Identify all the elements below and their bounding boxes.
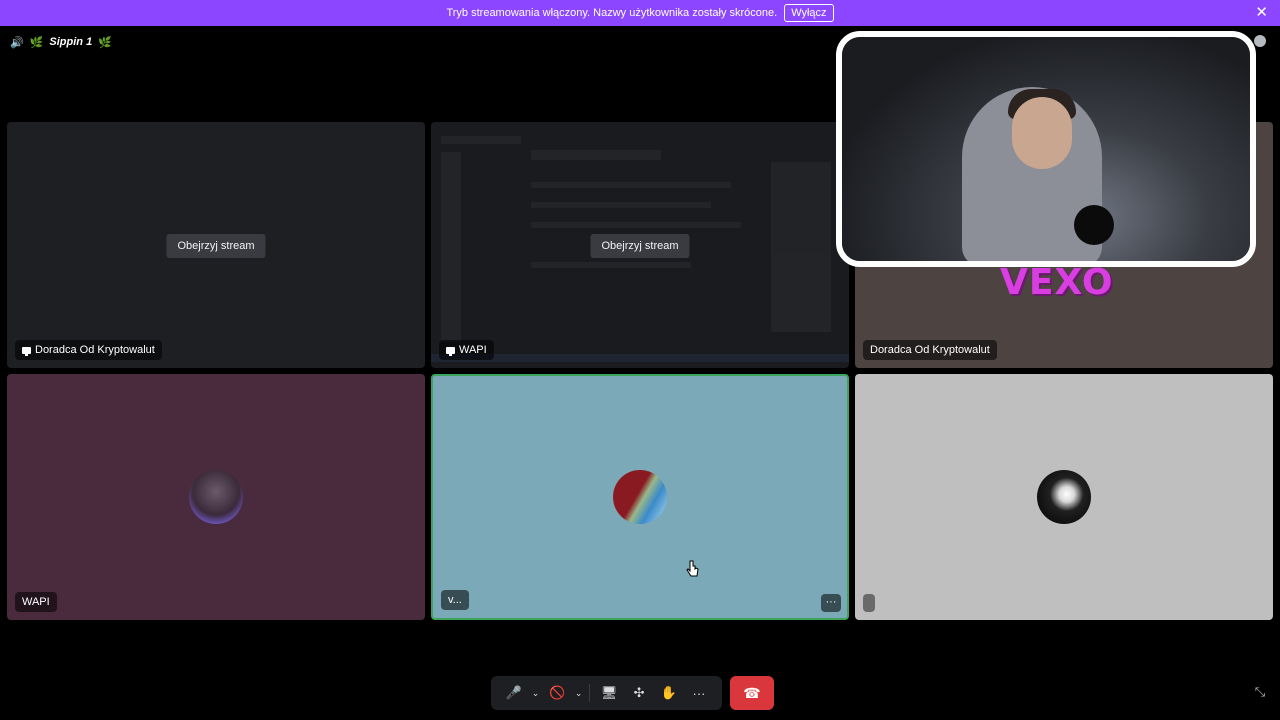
screen-share-icon: [446, 346, 455, 356]
hang-up-icon: ☎: [743, 684, 761, 701]
participant-name: WAPI: [459, 344, 487, 356]
leaf-icon: 🌿: [98, 36, 112, 49]
banner-text: Tryb streamowania włączony. Nazwy użytko…: [446, 7, 778, 19]
participant-label: WAPI: [439, 340, 494, 360]
more-icon[interactable]: ···: [684, 678, 714, 708]
participant-name: Doradca Od Kryptowalut: [35, 344, 155, 356]
leaf-icon: 🌿: [29, 36, 44, 49]
webcam-overlay: [836, 31, 1256, 267]
participant-tile[interactable]: WAPI: [7, 374, 425, 620]
participant-tile[interactable]: Obejrzyj stream Doradca Od Kryptowalut: [7, 122, 425, 368]
participant-tile-speaking[interactable]: v... ···: [431, 374, 849, 620]
disconnect-button[interactable]: ☎: [730, 676, 774, 710]
avatar: [1037, 470, 1091, 524]
avatar: [613, 470, 667, 524]
voice-channel-header: 🔊 🌿 Sippin 1 🌿: [10, 34, 112, 50]
watch-stream-button[interactable]: Obejrzyj stream: [166, 234, 266, 258]
participant-label: WAPI: [15, 592, 57, 612]
exit-fullscreen-icon[interactable]: ⤡: [1252, 684, 1268, 700]
participant-label: Doradca Od Kryptowalut: [863, 340, 997, 360]
speaker-icon[interactable]: 🔊: [10, 36, 24, 49]
call-controls: 🎤 ⌄ 🚫 ⌄ 🖥 ✣ ✋ ···: [491, 676, 722, 710]
avatar: [189, 470, 243, 524]
participant-label: Doradca Od Kryptowalut: [15, 340, 162, 360]
activities-icon[interactable]: ✣: [624, 678, 654, 708]
participant-tile[interactable]: Obejrzyj stream WAPI: [431, 122, 849, 368]
channel-name: Sippin 1: [49, 36, 93, 48]
microphone-icon[interactable]: 🎤: [499, 678, 529, 708]
close-icon[interactable]: ✕: [1255, 4, 1268, 22]
streamer-mode-banner: Tryb streamowania włączony. Nazwy użytko…: [0, 0, 1280, 26]
more-options-button[interactable]: ···: [821, 594, 841, 612]
participant-name: WAPI: [22, 596, 50, 608]
chat-icon[interactable]: [1254, 35, 1266, 47]
divider: [589, 684, 591, 702]
participant-label: v...: [441, 590, 469, 610]
mouse-cursor-icon: [686, 560, 699, 577]
soundboard-icon[interactable]: ✋: [654, 678, 684, 708]
chevron-down-icon[interactable]: ⌄: [529, 678, 542, 708]
watch-stream-button[interactable]: Obejrzyj stream: [590, 234, 690, 258]
screen-share-icon: [22, 346, 31, 356]
participant-tile[interactable]: [855, 374, 1273, 620]
participant-name: Doradca Od Kryptowalut: [870, 344, 990, 356]
participant-label: [863, 594, 875, 612]
webcam-name-overlay: VEXO: [1000, 262, 1114, 303]
participant-name: v...: [448, 594, 462, 606]
camera-off-icon[interactable]: 🚫: [542, 678, 572, 708]
disable-streamer-mode-button[interactable]: Wyłącz: [784, 4, 834, 22]
chevron-down-icon[interactable]: ⌄: [572, 678, 585, 708]
screen-share-button-icon[interactable]: 🖥: [594, 678, 624, 708]
